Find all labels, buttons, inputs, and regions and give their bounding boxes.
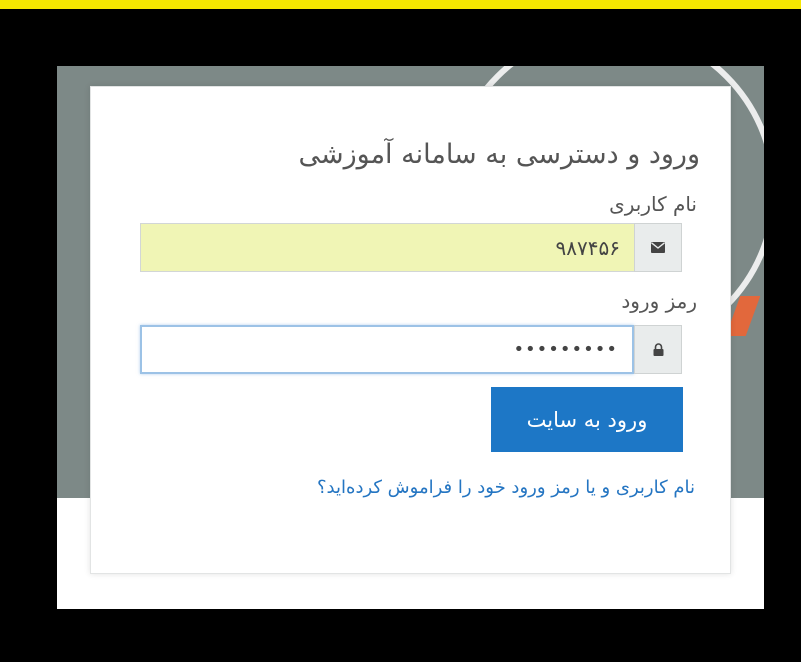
forgot-credentials-link[interactable]: نام کاربری و یا رمز ورود خود را فراموش ک… xyxy=(317,477,695,498)
username-input[interactable] xyxy=(140,223,634,272)
password-label: رمز ورود xyxy=(621,289,697,313)
username-field xyxy=(140,223,682,272)
top-border-strip xyxy=(0,0,801,9)
password-field xyxy=(140,325,682,374)
login-screenshot: ورود و دسترسی به سامانه آموزشی نام کاربر… xyxy=(57,66,764,609)
username-label: نام کاربری xyxy=(609,192,697,216)
password-input[interactable] xyxy=(140,325,634,374)
lock-icon xyxy=(634,325,682,374)
login-panel: ورود و دسترسی به سامانه آموزشی نام کاربر… xyxy=(90,86,731,574)
login-button[interactable]: ورود به سایت xyxy=(491,387,683,452)
login-title: ورود و دسترسی به سامانه آموزشی xyxy=(298,139,700,170)
envelope-icon xyxy=(634,223,682,272)
